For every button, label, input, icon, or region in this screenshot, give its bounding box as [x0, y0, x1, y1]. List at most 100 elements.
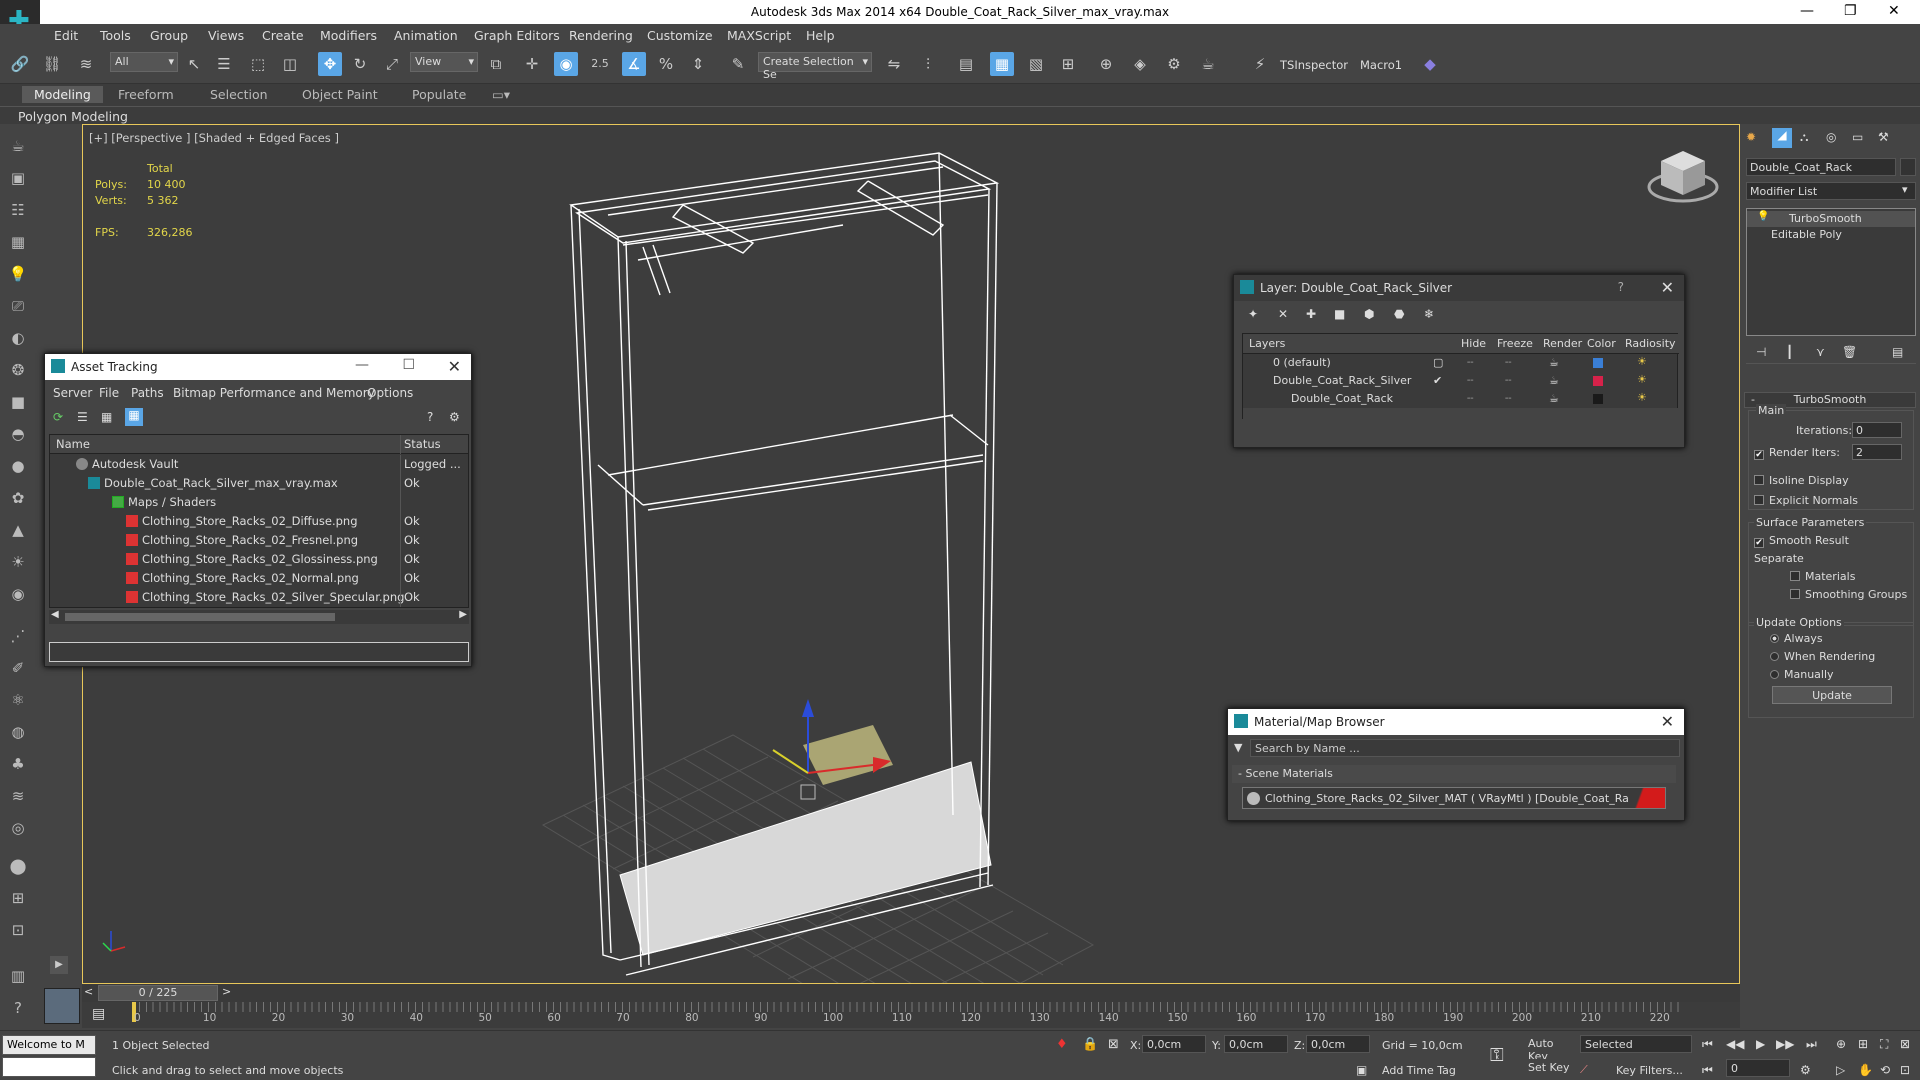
render-iters-spinner[interactable]: 2 [1852, 444, 1902, 460]
menu-tools[interactable]: Tools [100, 28, 131, 43]
time-slider[interactable]: < 0 / 225 > [82, 984, 1740, 1002]
settings-icon[interactable]: ⚙ [449, 410, 460, 424]
mirror-icon[interactable]: ⇋ [882, 52, 906, 76]
tab-selection[interactable]: Selection [210, 87, 268, 102]
scroll-thumb[interactable] [65, 613, 335, 621]
angle-snap-icon[interactable]: ∡ [622, 52, 646, 76]
modifier-list-dropdown[interactable]: Modifier List [1746, 182, 1916, 200]
gold-sphere-icon[interactable]: ◉ [6, 582, 30, 606]
help-icon[interactable]: ? [6, 996, 30, 1020]
statistics-icon[interactable]: ▥ [6, 964, 30, 988]
edit-named-sets-icon[interactable]: ✎ [726, 52, 750, 76]
z-coordinate-field[interactable]: 0,0cm [1306, 1035, 1370, 1053]
ribbon-options-icon[interactable]: ▭▾ [492, 87, 510, 102]
freeze-all-icon[interactable]: ❄ [1424, 307, 1434, 321]
render-iters-checkbox[interactable]: ✔ Render Iters: [1754, 446, 1840, 460]
pan-icon[interactable]: ✋ [1858, 1063, 1873, 1077]
percent-snap-icon[interactable]: % [654, 52, 678, 76]
polygon-modeling-label[interactable]: Polygon Modeling [18, 109, 128, 124]
display-tab-icon[interactable]: ▭ [1852, 130, 1863, 144]
explicit-normals-checkbox[interactable]: Explicit Normals [1754, 494, 1858, 507]
tsinspector-icon[interactable]: ⚡ [1248, 52, 1272, 76]
blue-sphere-icon[interactable]: ⬤ [6, 854, 30, 878]
layer-list-icon[interactable]: ☷ [6, 198, 30, 222]
column-hide[interactable]: Hide [1461, 337, 1486, 350]
camera-icon[interactable]: ⎚ [6, 294, 30, 318]
key-mode-dropdown[interactable]: Selected [1580, 1035, 1692, 1053]
close-icon[interactable]: ✕ [1661, 712, 1674, 731]
column-layers[interactable]: Layers [1249, 337, 1285, 350]
key-mode-toggle-icon[interactable]: ⏮ [1702, 1063, 1713, 1078]
set-key-button[interactable]: Set Key [1524, 1059, 1576, 1077]
modify-tab-icon[interactable]: ◢ [1772, 128, 1792, 148]
atom-icon[interactable]: ⚛ [6, 688, 30, 712]
hemisphere-icon[interactable]: ◓ [6, 422, 30, 446]
x-coordinate-field[interactable]: 0,0cm [1142, 1035, 1206, 1053]
render-teapot-icon[interactable]: ☕ [1549, 374, 1559, 387]
menu-group[interactable]: Group [150, 28, 188, 43]
add-to-layer-icon[interactable]: ✚ [1306, 307, 1316, 321]
time-slider-thumb[interactable]: 0 / 225 [98, 985, 218, 1001]
selection-lock-icon[interactable]: 🔒 [1082, 1037, 1098, 1052]
layer-manager-icon[interactable]: ▦ [990, 52, 1014, 76]
cloth-icon[interactable]: ◎ [6, 816, 30, 840]
prev-key-icon[interactable]: ◀◀ [1726, 1037, 1744, 1051]
menu-bitmap-performance[interactable]: Bitmap Performance and Memory [173, 386, 375, 400]
render-teapot-icon[interactable]: ☕ [1196, 52, 1220, 76]
selection-filter-dropdown[interactable]: All [110, 52, 178, 72]
macro-diamond-icon[interactable]: ◆ [1418, 52, 1442, 76]
tsinspector-label[interactable]: TSInspector [1280, 58, 1348, 72]
graphite-toolbar-icon[interactable]: ▧ [1024, 52, 1048, 76]
horizontal-scrollbar[interactable] [1243, 408, 1679, 420]
tab-modeling[interactable]: Modeling [22, 86, 103, 103]
zoom-extents-all-icon[interactable]: ⊠ [1900, 1037, 1910, 1051]
named-selection-set-dropdown[interactable]: Create Selection Se [758, 52, 872, 81]
smooth-result-checkbox[interactable]: ✔ Smooth Result [1754, 534, 1849, 548]
layer-color-swatch[interactable] [1593, 358, 1603, 368]
freeze-toggle[interactable]: ╌ [1505, 356, 1512, 369]
object-color-swatch[interactable] [1900, 158, 1916, 176]
box-icon[interactable]: ■ [6, 390, 30, 414]
remove-modifier-icon[interactable]: 🗑 [1842, 345, 1857, 359]
pin-stack-icon[interactable]: ⊣ [1756, 345, 1766, 359]
table-row[interactable]: Clothing_Store_Racks_02_Fresnel.png Ok [50, 531, 468, 550]
column-name[interactable]: Name [56, 437, 90, 451]
layer-row[interactable]: Double_Coat_Rack_Silver ✔ ╌ ╌ ☕ ☀ [1243, 372, 1679, 390]
material-browser-titlebar[interactable]: Material/Map Browser ✕ [1228, 709, 1684, 735]
update-button[interactable]: Update [1772, 686, 1892, 704]
track-bar[interactable]: 0 10 20 30 40 50 60 70 80 90 100 110 120 130 140 150 160… [82, 1002, 1740, 1028]
table-row[interactable]: Clothing_Store_Racks_02_Silver_Specular.… [50, 588, 468, 607]
menu-server[interactable]: Server [53, 386, 92, 400]
hide-all-icon[interactable]: ⬣ [1394, 307, 1404, 321]
menu-paths[interactable]: Paths [131, 386, 164, 400]
material-item[interactable]: Clothing_Store_Racks_02_Silver_MAT ( VRa… [1242, 787, 1666, 809]
layer-explorer-icon[interactable]: ▤ [954, 52, 978, 76]
maximize-icon[interactable]: ☐ [402, 357, 415, 373]
minimize-icon[interactable]: — [355, 357, 369, 373]
layer-color-swatch[interactable] [1593, 376, 1603, 386]
refresh-icon[interactable]: ⟳ [53, 410, 63, 424]
light-icon[interactable]: 💡 [6, 262, 30, 286]
render-icon[interactable]: ⊡ [6, 918, 30, 942]
menu-rendering[interactable]: Rendering [569, 28, 633, 43]
delete-layer-icon[interactable]: ✕ [1278, 307, 1288, 321]
make-unique-icon[interactable]: ⋎ [1816, 345, 1825, 359]
freeze-toggle[interactable]: ╌ [1505, 392, 1512, 405]
menu-edit[interactable]: Edit [54, 28, 78, 43]
tab-freeform[interactable]: Freeform [118, 87, 174, 102]
stack-item-editable-poly[interactable]: Editable Poly [1747, 227, 1915, 243]
horizontal-scrollbar[interactable]: ◀ ▶ [49, 609, 469, 624]
chevron-down-icon[interactable]: ▾ [1902, 183, 1908, 196]
play-icon[interactable]: ▶ [1756, 1037, 1765, 1051]
y-coordinate-field[interactable]: 0,0cm [1224, 1035, 1288, 1053]
menu-options[interactable]: Options [367, 386, 413, 400]
select-rotate-icon[interactable]: ↻ [348, 52, 372, 76]
time-tag-icon[interactable]: ▣ [1356, 1063, 1367, 1077]
configure-modifier-sets-icon[interactable]: ▤ [1892, 345, 1903, 359]
key-filters-button[interactable]: Key Filters... [1616, 1064, 1683, 1077]
spinner-snap-icon[interactable]: ⇕ [686, 52, 710, 76]
maximize-viewport-icon[interactable]: ⊡ [1900, 1063, 1910, 1077]
particles-icon[interactable]: ❂ [6, 358, 30, 382]
close-icon[interactable]: ✕ [1661, 278, 1674, 297]
hierarchy-tab-icon[interactable]: ⛬ [1800, 130, 1808, 145]
